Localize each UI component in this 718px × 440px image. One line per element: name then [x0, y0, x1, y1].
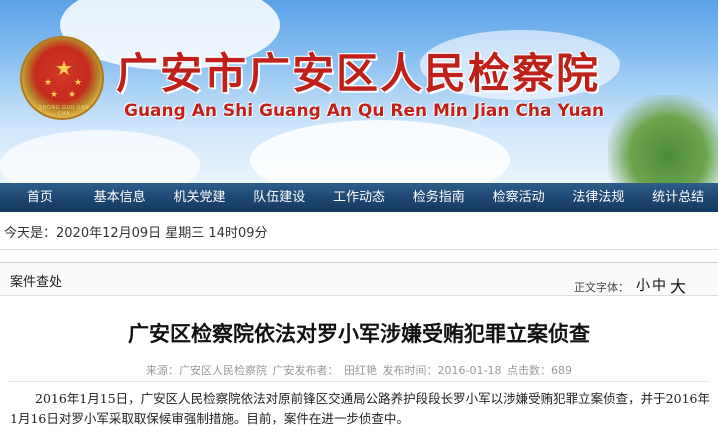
article-meta: 来源：广安区人民检察院 广安发布者： 田红艳 发布时间：2016-01-18 点…	[0, 362, 718, 378]
article-title: 广安区检察院依法对罗小军涉嫌受贿犯罪立案侦查	[128, 322, 590, 346]
procuratorate-emblem-icon: ★ ★ ★ ★ ★ ZHONG GUO JIAN CHA	[20, 36, 104, 120]
nav-item-activities[interactable]: 检察活动	[479, 183, 559, 212]
font-size-small-button[interactable]: 小	[636, 275, 650, 295]
nav-item-work-news[interactable]: 工作动态	[319, 183, 399, 212]
site-banner: ★ ★ ★ ★ ★ ZHONG GUO JIAN CHA 广安市广安区人民检察院…	[0, 0, 718, 183]
article-body: 2016年1月15日，广安区人民检察院依法对原前锋区交通局公路养护段段长罗小军以…	[10, 391, 710, 426]
date-bar: 今天是：2020年12月09日 星期三 14时09分	[0, 212, 718, 250]
font-size-label: 正文字体：	[574, 281, 629, 294]
meta-publisher-label: 广安发布者：	[272, 364, 339, 377]
font-size-large-button[interactable]: 大	[670, 273, 686, 297]
meta-divider	[8, 381, 710, 382]
section-title: 案件查处	[10, 275, 63, 290]
nav-item-home[interactable]: 首页	[0, 183, 80, 212]
emblem-text: ZHONG GUO JIAN CHA	[38, 105, 90, 117]
current-date: 今天是：2020年12月09日 星期三 14时09分	[4, 226, 268, 241]
font-size-medium-button[interactable]: 中	[652, 275, 666, 295]
nav-item-team-building[interactable]: 队伍建设	[239, 183, 319, 212]
nav-item-basic-info[interactable]: 基本信息	[80, 183, 160, 212]
meta-source: 来源：广安区人民检察院	[146, 364, 268, 377]
nav-item-statistics[interactable]: 统计总结	[638, 183, 718, 212]
article-panel: 案件查处 正文字体： 小 中 大 广安区检察院依法对罗小军涉嫌受贿犯罪立案侦查 …	[0, 262, 718, 440]
nav-item-service-guide[interactable]: 检务指南	[399, 183, 479, 212]
site-title: 广安市广安区人民检察院	[116, 49, 601, 98]
meta-date: 发布时间：2016-01-18	[382, 364, 502, 377]
section-header: 案件查处 正文字体： 小 中 大	[0, 263, 718, 296]
nav-item-party-building[interactable]: 机关党建	[160, 183, 240, 212]
main-nav: 首页 基本信息 机关党建 队伍建设 工作动态 检务指南 检察活动 法律法规 统计…	[0, 183, 718, 212]
meta-author: 田红艳	[344, 364, 378, 377]
nav-item-laws[interactable]: 法律法规	[558, 183, 638, 212]
meta-clicks: 点击数：689	[506, 364, 572, 377]
site-subtitle: Guang An Shi Guang An Qu Ren Min Jian Ch…	[124, 101, 605, 121]
tree-decoration	[608, 95, 718, 183]
